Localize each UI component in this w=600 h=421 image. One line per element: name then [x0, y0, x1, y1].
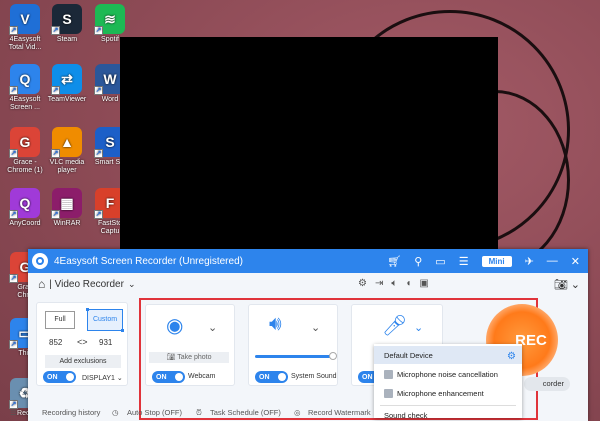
app-title: 4Easysoft Screen Recorder (Unregistered): [54, 255, 243, 267]
menu-item-enhancement[interactable]: Microphone enhancement: [374, 384, 522, 402]
task-schedule-link[interactable]: Task Schedule (OFF): [210, 408, 281, 417]
shortcut-arrow-icon: ↗: [51, 86, 60, 95]
shortcut-arrow-icon: ↗: [94, 86, 103, 95]
add-exclusions-button[interactable]: Add exclusions: [45, 355, 121, 368]
shortcut-arrow-icon: ↗: [9, 340, 18, 349]
close-icon[interactable]: ✕: [571, 255, 580, 268]
footer-bar: ☰ Recording history ◷ Auto Stop (OFF) ⏰︎…: [10, 404, 588, 421]
black-window: [120, 37, 498, 249]
width-field[interactable]: 852: [49, 338, 62, 347]
list-icon: ☰: [10, 408, 17, 417]
steam-icon: S ↗: [51, 4, 82, 35]
key-icon[interactable]: ⚲: [414, 255, 422, 268]
record-watermark-link[interactable]: Record Watermark: [308, 408, 371, 417]
anycoord-icon: Q ↗: [9, 188, 40, 219]
menu-icon[interactable]: ☰: [459, 255, 469, 268]
gear-icon[interactable]: ⚙: [507, 351, 516, 362]
mini-button[interactable]: Mini: [481, 255, 512, 267]
recorder-button[interactable]: corder: [524, 377, 570, 391]
spotify-icon: ≋ ↗: [94, 4, 125, 35]
speaker-icon[interactable]: 🔈︎: [391, 278, 397, 289]
4easysoft-screen-icon: Q ↗: [9, 64, 40, 95]
mode-label[interactable]: | Video Recorder: [49, 279, 124, 290]
display-toggle[interactable]: ON: [43, 371, 76, 383]
app-logo-icon: [32, 253, 48, 269]
watermark-icon: ◎: [294, 408, 301, 417]
shortcut-arrow-icon: ↗: [51, 26, 60, 35]
export-icon[interactable]: ⇥: [375, 278, 383, 289]
chat-icon[interactable]: ▭: [435, 255, 445, 268]
shortcut-arrow-icon: ↗: [9, 86, 18, 95]
area-panel: Full Custom 852 <> 931 Add exclusions ON…: [36, 302, 128, 386]
winrar-icon: ▦ ↗: [51, 188, 82, 219]
custom-button[interactable]: Custom: [86, 308, 124, 332]
checkbox-icon[interactable]: [384, 369, 393, 379]
recording-history-link[interactable]: Recording history: [42, 408, 100, 417]
teamviewer-icon: ⇄ ↗: [51, 64, 82, 95]
shortcut-arrow-icon: ↗: [94, 210, 103, 219]
mouse-icon[interactable]: ◖: [405, 278, 411, 289]
vlc-icon: ▲ ↗: [51, 127, 82, 158]
checkbox-icon[interactable]: [384, 388, 393, 398]
shortcut-arrow-icon: ↗: [9, 274, 18, 283]
app-window: 4Easysoft Screen Recorder (Unregistered)…: [10, 249, 588, 421]
shortcut-arrow-icon: ↗: [9, 210, 18, 219]
pip-icon[interactable]: ▣: [419, 278, 428, 289]
chrome-icon: G ↗: [9, 127, 40, 158]
title-icons: 🛒︎ ⚲ ▭ ☰ Mini ✈ — ✕: [387, 249, 580, 273]
shortcut-arrow-icon: ↗: [9, 149, 18, 158]
shortcut-arrow-icon: ↗: [9, 26, 18, 35]
home-icon[interactable]: ⌂: [38, 277, 45, 291]
4easysoft-icon: V ↗: [9, 4, 40, 35]
display-select[interactable]: DISPLAY1 ⌄: [82, 374, 123, 382]
clock-icon: ◷: [112, 408, 119, 417]
chevron-down-icon[interactable]: ⌄: [128, 279, 136, 290]
full-button[interactable]: Full: [45, 311, 75, 329]
toolbar: ⌂ | Video Recorder ⌄ ⚙ ⇥ 🔈︎ ◖ ▣ 📷︎ ⌄: [28, 273, 588, 295]
link-icon[interactable]: <>: [77, 337, 88, 347]
cart-icon[interactable]: 🛒︎: [387, 255, 401, 268]
title-bar[interactable]: 4Easysoft Screen Recorder (Unregistered)…: [28, 249, 588, 273]
shortcut-arrow-icon: ↗: [51, 149, 60, 158]
tool-icons: ⚙ ⇥ 🔈︎ ◖ ▣: [358, 278, 429, 289]
alarm-icon: ⏰︎: [196, 408, 202, 417]
shortcut-arrow-icon: ↗: [51, 210, 60, 219]
gear-icon[interactable]: ⚙: [358, 278, 367, 289]
height-field[interactable]: 931: [99, 338, 112, 347]
shortcut-arrow-icon: ↗: [94, 26, 103, 35]
pin-icon[interactable]: ✈: [525, 255, 534, 268]
auto-stop-link[interactable]: Auto Stop (OFF): [127, 408, 182, 417]
camera-icon[interactable]: 📷︎ ⌄: [554, 278, 580, 291]
shortcut-arrow-icon: ↗: [94, 149, 103, 158]
menu-item-noise-cancellation[interactable]: Microphone noise cancellation: [374, 365, 522, 383]
minimize-icon[interactable]: —: [547, 255, 558, 267]
menu-item-default-device[interactable]: Default Device ⚙: [374, 346, 522, 364]
